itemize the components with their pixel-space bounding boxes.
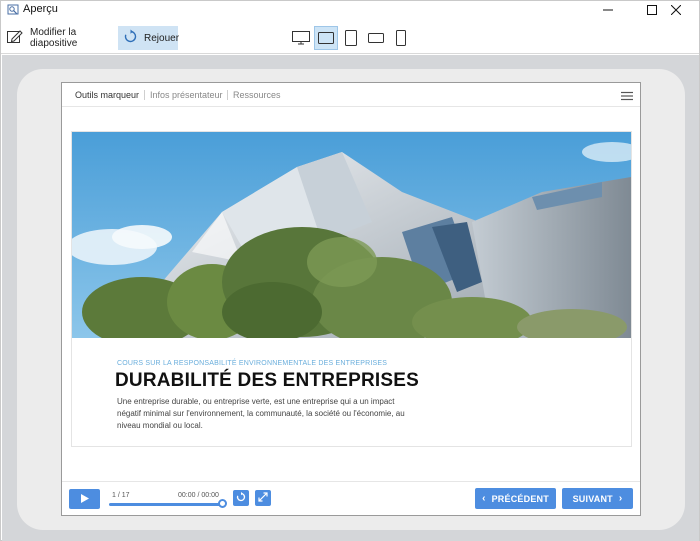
edit-icon bbox=[7, 29, 24, 47]
replay-slide-button[interactable] bbox=[233, 490, 249, 506]
expand-icon bbox=[258, 491, 268, 505]
window-title: Aperçu bbox=[23, 3, 58, 15]
minimize-icon[interactable] bbox=[585, 1, 631, 19]
tablet-portrait-icon[interactable] bbox=[339, 26, 363, 50]
replay-label: Rejouer bbox=[144, 32, 180, 44]
preview-window: Aperçu Modifier la diapositive Rejouer O… bbox=[0, 0, 700, 541]
chevron-left-icon: ‹ bbox=[482, 493, 486, 504]
slide-body: Une entreprise durable, ou entreprise ve… bbox=[117, 397, 405, 430]
slide-player: Outils marqueur Infos présentateur Resso… bbox=[61, 82, 641, 516]
progress-bar[interactable] bbox=[109, 503, 223, 506]
phone-portrait-icon[interactable] bbox=[389, 26, 413, 50]
fullscreen-button[interactable] bbox=[255, 490, 271, 506]
time-display: 00:00 / 00:00 bbox=[178, 492, 219, 499]
chevron-right-icon: › bbox=[618, 493, 623, 504]
title-bar: Aperçu bbox=[1, 1, 699, 19]
preview-toolbar: Modifier la diapositive Rejouer bbox=[1, 23, 699, 54]
tablet-landscape-icon[interactable] bbox=[314, 26, 338, 50]
tab-presenter-info[interactable]: Infos présentateur bbox=[150, 90, 223, 100]
slide-subtitle: COURS SUR LA RESPONSABILITÉ ENVIRONNEMEN… bbox=[117, 360, 388, 367]
edit-slide-label: Modifier la diapositive bbox=[30, 27, 78, 49]
preview-app-icon bbox=[7, 4, 19, 16]
play-button[interactable] bbox=[69, 489, 100, 509]
replay-icon bbox=[123, 29, 138, 47]
tab-divider bbox=[227, 90, 228, 100]
slide-content: COURS SUR LA RESPONSABILITÉ ENVIRONNEMEN… bbox=[71, 131, 632, 447]
tab-marker-tools[interactable]: Outils marqueur bbox=[75, 90, 139, 100]
previous-label: PRÉCÉDENT bbox=[491, 493, 549, 504]
progress-knob[interactable] bbox=[218, 499, 227, 508]
desktop-icon[interactable] bbox=[289, 26, 313, 50]
close-icon[interactable] bbox=[653, 1, 699, 19]
hamburger-menu-icon[interactable] bbox=[621, 90, 633, 101]
edit-slide-button[interactable]: Modifier la diapositive bbox=[7, 26, 115, 50]
player-topbar: Outils marqueur Infos présentateur Resso… bbox=[62, 83, 640, 107]
next-button[interactable]: SUIVANT › bbox=[562, 488, 633, 509]
slide-counter: 1 / 17 bbox=[112, 492, 130, 499]
tab-resources[interactable]: Ressources bbox=[233, 90, 281, 100]
next-label: SUIVANT bbox=[572, 493, 613, 504]
play-icon bbox=[80, 492, 89, 506]
previous-button[interactable]: ‹ PRÉCÉDENT bbox=[475, 488, 556, 509]
replay-slide-icon bbox=[236, 491, 246, 505]
player-controls: 1 / 17 00:00 / 00:00 ‹ PRÉCÉDENT SUIVANT bbox=[62, 481, 640, 515]
replay-button[interactable]: Rejouer bbox=[118, 26, 180, 50]
tab-divider bbox=[144, 90, 145, 100]
hero-image bbox=[72, 132, 631, 338]
phone-landscape-icon[interactable] bbox=[364, 26, 388, 50]
slide-title: DURABILITÉ DES ENTREPRISES bbox=[115, 370, 419, 391]
